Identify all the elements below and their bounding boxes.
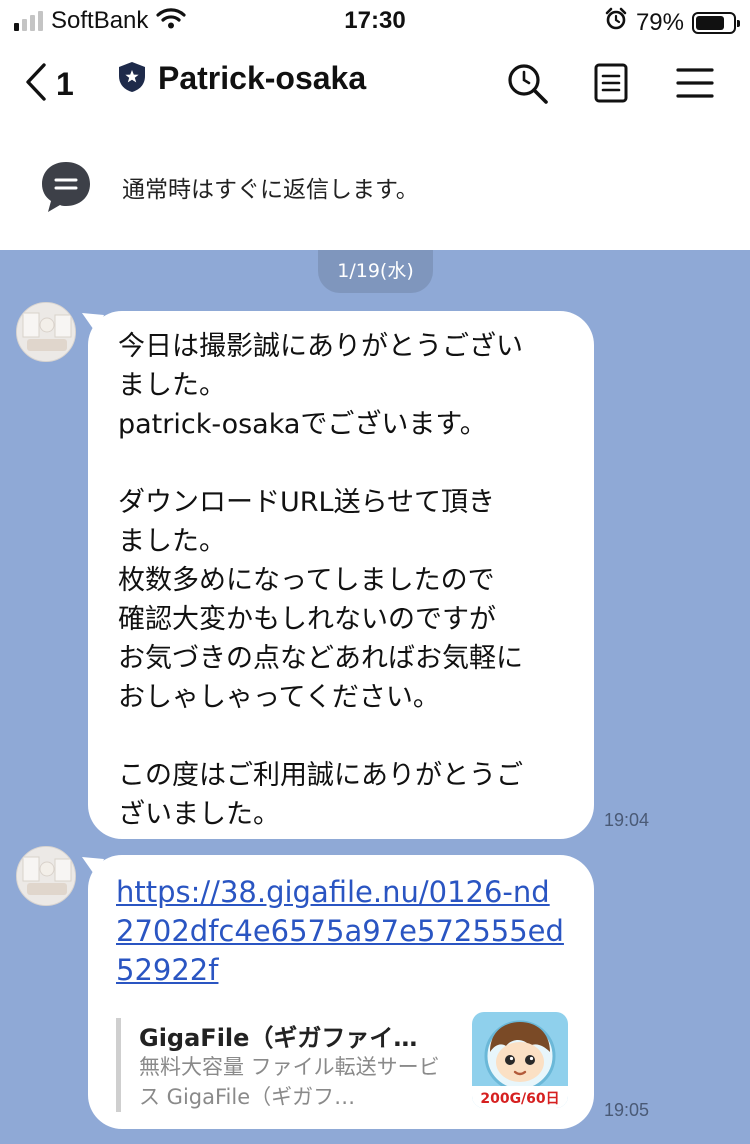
battery-icon bbox=[692, 11, 740, 34]
status-right: 79% bbox=[604, 7, 740, 38]
date-separator: 1/19(水) bbox=[318, 250, 433, 293]
message-time: 19:05 bbox=[604, 1100, 650, 1120]
avatar[interactable] bbox=[16, 302, 76, 362]
preview-description: 無料大容量 ファイル転送サービス GigaFile（ギガフ… bbox=[139, 1055, 440, 1109]
menu-icon[interactable] bbox=[674, 62, 718, 106]
download-link[interactable]: https://38.gigafile.nu/0126-nd2702dfc4e6… bbox=[88, 855, 594, 990]
shield-badge-icon bbox=[118, 61, 146, 97]
notes-icon[interactable] bbox=[590, 62, 634, 106]
notice-text: 通常時はすぐに返信します。 bbox=[122, 177, 419, 203]
link-preview[interactable]: GigaFile（ギガファイ… 無料大容量 ファイル転送サービス GigaFil… bbox=[116, 1012, 568, 1112]
message-text: 今日は撮影誠にありがとうござい ました。 patrick-osakaでございます… bbox=[118, 331, 523, 830]
chat-title: Patrick-osaka bbox=[158, 60, 367, 96]
preview-title: GigaFile（ギガファイ… bbox=[139, 1024, 418, 1052]
gigafile-logo-icon: 200G/60日 bbox=[472, 1012, 568, 1108]
chat-title-area[interactable]: Patrick-osaka bbox=[118, 60, 366, 97]
response-notice: 通常時はすぐに返信します。 bbox=[0, 128, 750, 250]
status-bar: SoftBank 17:30 79% bbox=[0, 0, 750, 42]
battery-fill bbox=[696, 15, 725, 30]
alarm-icon bbox=[604, 7, 628, 38]
unread-count: 1 bbox=[56, 65, 74, 102]
link-message-bubble[interactable]: https://38.gigafile.nu/0126-nd2702dfc4e6… bbox=[82, 855, 594, 1129]
speech-bubble-icon bbox=[40, 160, 92, 218]
message-time: 19:04 bbox=[604, 810, 650, 830]
preview-badge: 200G/60日 bbox=[480, 1091, 559, 1107]
back-chevron-icon bbox=[24, 62, 48, 106]
battery-percent: 79% bbox=[635, 8, 684, 36]
bubble-tail bbox=[82, 857, 104, 877]
back-button[interactable]: 1 bbox=[24, 62, 74, 106]
search-icon[interactable] bbox=[506, 62, 550, 106]
chat-header: 1 Patrick-osaka bbox=[0, 42, 750, 128]
message-bubble[interactable]: 今日は撮影誠にありがとうござい ました。 patrick-osakaでございます… bbox=[82, 311, 594, 839]
bubble-tail bbox=[82, 313, 104, 333]
avatar[interactable] bbox=[16, 846, 76, 906]
